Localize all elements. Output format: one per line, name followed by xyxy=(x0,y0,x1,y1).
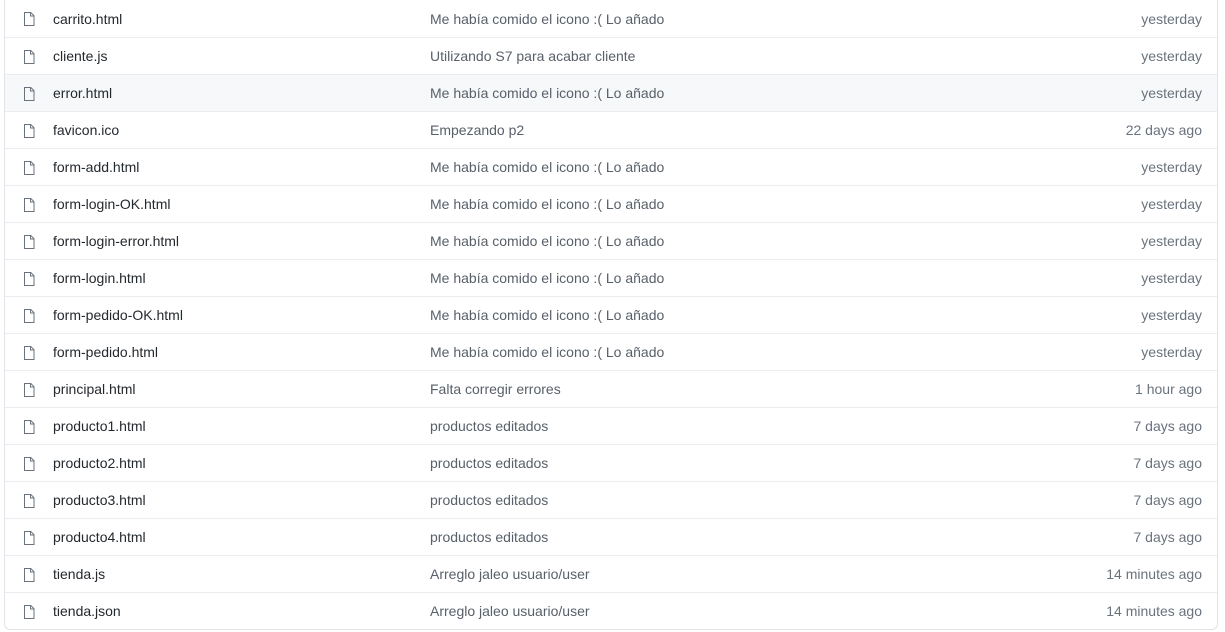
file-icon xyxy=(22,160,36,176)
file-row-cliente.js[interactable]: cliente.js Utilizando S7 para acabar cli… xyxy=(5,37,1217,74)
file-row-producto1.html[interactable]: producto1.html productos editados 7 days… xyxy=(5,407,1217,444)
file-row-producto4.html[interactable]: producto4.html productos editados 7 days… xyxy=(5,518,1217,555)
file-icon xyxy=(22,567,36,583)
commit-message-link[interactable]: productos editados xyxy=(430,492,548,508)
file-name-link[interactable]: carrito.html xyxy=(53,11,122,27)
commit-age: 7 days ago xyxy=(1133,455,1203,471)
commit-message-link[interactable]: Me había comido el icono :( Lo añado xyxy=(430,270,664,286)
file-row-producto3.html[interactable]: producto3.html productos editados 7 days… xyxy=(5,481,1217,518)
file-name-link[interactable]: producto4.html xyxy=(53,529,146,545)
file-row-form-pedido-OK.html[interactable]: form-pedido-OK.html Me había comido el i… xyxy=(5,296,1217,333)
file-icon xyxy=(22,49,36,65)
file-icon xyxy=(22,419,36,435)
file-row-tienda.js[interactable]: tienda.js Arreglo jaleo usuario/user 14 … xyxy=(5,555,1217,592)
commit-message-link[interactable]: Empezando p2 xyxy=(430,122,524,138)
file-name-link[interactable]: tienda.json xyxy=(53,603,121,619)
file-name-link[interactable]: principal.html xyxy=(53,381,135,397)
file-name-link[interactable]: form-login-OK.html xyxy=(53,196,170,212)
file-icon xyxy=(22,271,36,287)
file-icon xyxy=(22,493,36,509)
commit-age: 7 days ago xyxy=(1133,418,1203,434)
file-icon xyxy=(22,308,36,324)
file-name-link[interactable]: producto2.html xyxy=(53,455,146,471)
commit-message-link[interactable]: Arreglo jaleo usuario/user xyxy=(430,566,590,582)
file-icon xyxy=(22,345,36,361)
file-name-link[interactable]: form-pedido-OK.html xyxy=(53,307,183,323)
commit-age: yesterday xyxy=(1141,344,1202,360)
file-icon xyxy=(22,456,36,472)
file-icon xyxy=(22,197,36,213)
file-name-link[interactable]: form-login-error.html xyxy=(53,233,179,249)
file-row-form-login-error.html[interactable]: form-login-error.html Me había comido el… xyxy=(5,222,1217,259)
commit-age: yesterday xyxy=(1141,233,1202,249)
file-icon xyxy=(22,11,36,27)
commit-message-link[interactable]: productos editados xyxy=(430,529,548,545)
file-row-form-login-OK.html[interactable]: form-login-OK.html Me había comido el ic… xyxy=(5,185,1217,222)
commit-message-link[interactable]: productos editados xyxy=(430,455,548,471)
commit-age: yesterday xyxy=(1141,10,1202,27)
commit-age: 14 minutes ago xyxy=(1106,566,1202,582)
file-icon xyxy=(22,382,36,398)
file-row-favicon.ico[interactable]: favicon.ico Empezando p2 22 days ago xyxy=(5,111,1217,148)
file-row-producto2.html[interactable]: producto2.html productos editados 7 days… xyxy=(5,444,1217,481)
commit-age: 14 minutes ago xyxy=(1106,603,1202,619)
file-name-link[interactable]: form-add.html xyxy=(53,159,139,175)
file-row-tienda.json[interactable]: tienda.json Arreglo jaleo usuario/user 1… xyxy=(5,592,1217,629)
commit-message-link[interactable]: Utilizando S7 para acabar cliente xyxy=(430,48,635,64)
commit-message-link[interactable]: Me había comido el icono :( Lo añado xyxy=(430,159,664,175)
file-name-link[interactable]: tienda.js xyxy=(53,566,105,582)
commit-age: 22 days ago xyxy=(1125,122,1202,138)
file-row-form-add.html[interactable]: form-add.html Me había comido el icono :… xyxy=(5,148,1217,185)
commit-age: 7 days ago xyxy=(1133,529,1203,545)
file-row-error.html[interactable]: error.html Me había comido el icono :( L… xyxy=(5,74,1217,111)
commit-age: yesterday xyxy=(1141,48,1202,64)
commit-message-link[interactable]: Me había comido el icono :( Lo añado xyxy=(430,307,664,323)
file-icon xyxy=(22,123,36,139)
commit-message-link[interactable]: Me había comido el icono :( Lo añado xyxy=(430,233,664,249)
file-icon xyxy=(22,86,36,102)
file-row-principal.html[interactable]: principal.html Falta corregir errores 1 … xyxy=(5,370,1217,407)
file-name-link[interactable]: form-login.html xyxy=(53,270,146,286)
commit-message-link[interactable]: Me había comido el icono :( Lo añado xyxy=(430,85,664,101)
commit-age: yesterday xyxy=(1141,159,1202,175)
commit-message-link[interactable]: Falta corregir errores xyxy=(430,381,561,397)
commit-age: yesterday xyxy=(1141,270,1202,286)
file-name-link[interactable]: producto3.html xyxy=(53,492,146,508)
commit-message-link[interactable]: Me había comido el icono :( Lo añado xyxy=(430,196,664,212)
file-name-link[interactable]: form-pedido.html xyxy=(53,344,158,360)
file-row-carrito.html[interactable]: carrito.html Me había comido el icono :(… xyxy=(5,0,1217,37)
file-name-link[interactable]: error.html xyxy=(53,85,112,101)
file-name-link[interactable]: favicon.ico xyxy=(53,122,119,138)
file-icon xyxy=(22,604,36,620)
commit-message-link[interactable]: Me había comido el icono :( Lo añado xyxy=(430,11,664,27)
commit-age: yesterday xyxy=(1141,196,1202,212)
file-icon xyxy=(22,234,36,250)
file-name-link[interactable]: producto1.html xyxy=(53,418,146,434)
commit-age: 1 hour ago xyxy=(1135,381,1202,397)
commit-age: yesterday xyxy=(1141,85,1202,101)
file-name-link[interactable]: cliente.js xyxy=(53,48,107,64)
file-list: carrito.html Me había comido el icono :(… xyxy=(4,0,1218,630)
file-row-form-pedido.html[interactable]: form-pedido.html Me había comido el icon… xyxy=(5,333,1217,370)
commit-message-link[interactable]: productos editados xyxy=(430,418,548,434)
commit-message-link[interactable]: Arreglo jaleo usuario/user xyxy=(430,603,590,619)
file-row-form-login.html[interactable]: form-login.html Me había comido el icono… xyxy=(5,259,1217,296)
commit-age: 7 days ago xyxy=(1133,492,1203,508)
commit-age: yesterday xyxy=(1141,307,1202,323)
file-icon xyxy=(22,530,36,546)
commit-message-link[interactable]: Me había comido el icono :( Lo añado xyxy=(430,344,664,360)
